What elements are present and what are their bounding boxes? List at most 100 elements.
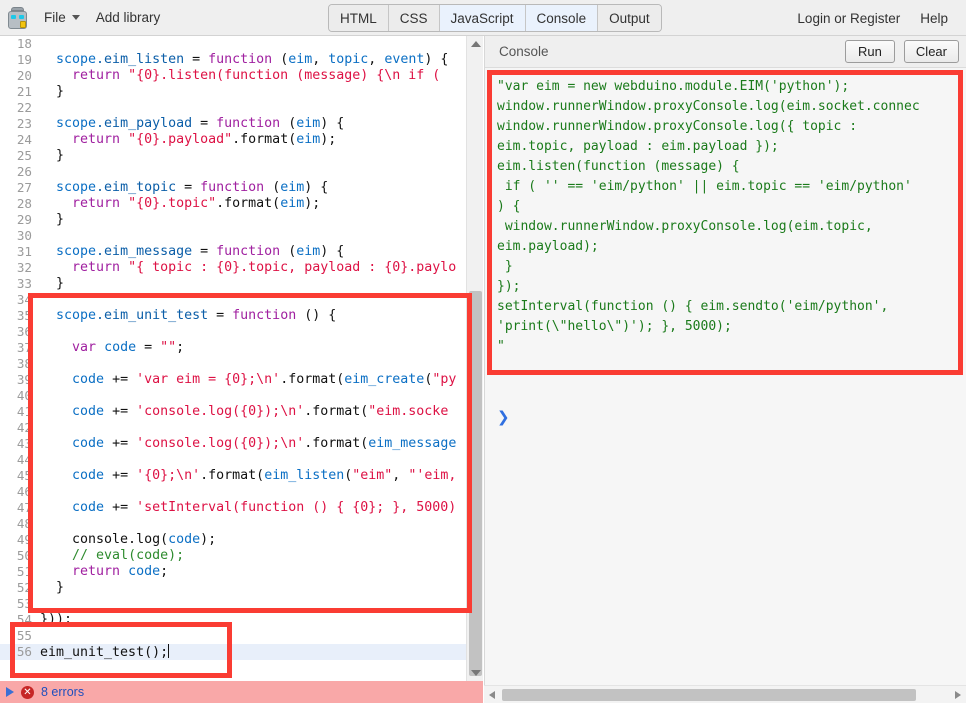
console-header: Console Run Clear <box>485 36 966 68</box>
code-line-text: return "{0}.listen(function (message) {\… <box>72 68 441 83</box>
text-cursor <box>168 644 170 658</box>
line-number: 19 <box>16 52 32 67</box>
line-number: 28 <box>16 196 32 211</box>
console-horizontal-scrollbar[interactable] <box>484 685 966 703</box>
line-number: 41 <box>16 404 32 419</box>
tab-html-label: HTML <box>340 10 377 26</box>
code-line-text: scope.eim_listen = function (eim, topic,… <box>56 52 449 67</box>
line-number: 47 <box>16 500 32 515</box>
clear-button[interactable]: Clear <box>903 40 959 63</box>
code-line: 56 eim_unit_test(); <box>0 644 483 660</box>
code-line-text: eim_unit_test(); <box>40 644 170 660</box>
line-number: 44 <box>16 452 32 467</box>
console-empty-area <box>485 430 966 703</box>
scroll-up-icon[interactable] <box>467 36 484 52</box>
scroll-right-icon[interactable] <box>950 686 966 703</box>
robot-head <box>10 6 24 11</box>
code-line-text: return "{ topic : {0}.topic, payload : {… <box>72 260 457 275</box>
error-status-bar[interactable]: ✕ 8 errors <box>0 681 483 703</box>
code-line: 30 <box>0 228 483 244</box>
play-triangle-icon[interactable] <box>6 687 14 697</box>
console-input-row[interactable]: ❯ <box>485 404 966 430</box>
login-label: Login or Register <box>797 10 901 26</box>
line-number: 31 <box>16 244 32 259</box>
file-menu-label: File <box>44 10 66 25</box>
line-number: 49 <box>16 532 32 547</box>
login-or-register-link[interactable]: Login or Register <box>787 0 910 36</box>
code-line: 22 <box>0 100 483 116</box>
code-line: 54})); <box>0 612 483 628</box>
tab-console[interactable]: Console <box>525 5 599 31</box>
code-line: 53 <box>0 596 483 612</box>
tab-css-label: CSS <box>399 10 428 26</box>
line-number: 34 <box>16 292 32 307</box>
add-library-button[interactable]: Add library <box>86 0 171 36</box>
code-line: 25 } <box>0 148 483 164</box>
code-line-text: scope.eim_unit_test = function () { <box>56 308 337 323</box>
code-line-text: } <box>40 84 65 99</box>
line-number: 40 <box>16 388 32 403</box>
line-number: 43 <box>16 436 32 451</box>
code-line: 20 return "{0}.listen(function (message)… <box>0 68 483 84</box>
add-library-label: Add library <box>95 10 161 25</box>
tab-output[interactable]: Output <box>598 5 661 31</box>
line-number: 21 <box>16 84 32 99</box>
code-lines-container: 18 19 scope.eim_listen = function (eim, t… <box>0 36 483 660</box>
tab-javascript[interactable]: JavaScript <box>439 5 526 31</box>
code-line: 37 var code = ""; <box>0 340 483 356</box>
line-number: 48 <box>16 516 32 531</box>
console-title: Console <box>499 44 549 59</box>
tab-css[interactable]: CSS <box>388 5 440 31</box>
robot-eye-left <box>10 14 16 19</box>
robot-badge <box>19 20 26 28</box>
line-number: 20 <box>16 68 32 83</box>
code-line: 24 return "{0}.payload".format(eim); <box>0 132 483 148</box>
run-button[interactable]: Run <box>844 40 895 63</box>
chevron-right-icon: ❯ <box>497 408 510 426</box>
code-line: 40 <box>0 388 483 404</box>
code-line: 41 code += 'console.log({0});\n'.format(… <box>0 404 483 420</box>
code-line: 36 <box>0 324 483 340</box>
code-line: 42 <box>0 420 483 436</box>
line-number: 18 <box>16 36 32 51</box>
help-link[interactable]: Help <box>910 0 958 36</box>
code-line: 33 } <box>0 276 483 292</box>
line-number: 56 <box>16 644 32 659</box>
editor-vertical-scrollbar[interactable] <box>466 36 483 681</box>
code-line-text: } <box>40 148 65 163</box>
line-number: 38 <box>16 356 32 371</box>
code-editor[interactable]: 18 19 scope.eim_listen = function (eim, t… <box>0 36 483 681</box>
code-line-text: // eval(code); <box>72 548 185 563</box>
console-scroll-thumb[interactable] <box>502 688 916 701</box>
code-line: 31 scope.eim_message = function (eim) { <box>0 244 483 260</box>
line-number: 50 <box>16 548 32 563</box>
code-line-text: code += '{0};\n'.format(eim_listen("eim"… <box>72 468 457 483</box>
code-line: 51 return code; <box>0 564 483 580</box>
line-number: 39 <box>16 372 32 387</box>
code-line: 45 code += '{0};\n'.format(eim_listen("e… <box>0 468 483 484</box>
code-line-text: code += 'setInterval(function () { {0}; … <box>72 500 457 515</box>
code-line: 29 } <box>0 212 483 228</box>
tab-console-label: Console <box>536 10 587 26</box>
code-line: 27 scope.eim_topic = function (eim) { <box>0 180 483 196</box>
scroll-left-icon[interactable] <box>484 686 500 703</box>
robot-eye-right <box>18 14 24 19</box>
tab-html[interactable]: HTML <box>329 5 389 31</box>
tab-javascript-label: JavaScript <box>450 10 514 26</box>
code-line-text: } <box>40 212 65 227</box>
code-line-text: scope.eim_message = function (eim) { <box>56 244 345 259</box>
code-line: 50 // eval(code); <box>0 548 483 564</box>
code-line: 46 <box>0 484 483 500</box>
code-line: 43 code += 'console.log({0});\n'.format(… <box>0 436 483 452</box>
line-number: 30 <box>16 228 32 243</box>
console-output-text: "var eim = new webduino.module.EIM('pyth… <box>485 69 966 404</box>
error-circle-icon: ✕ <box>21 685 34 699</box>
line-number: 46 <box>16 484 32 499</box>
line-number: 51 <box>16 564 32 579</box>
scroll-down-icon[interactable] <box>467 665 484 681</box>
editor-scroll-thumb[interactable] <box>469 291 482 676</box>
top-toolbar: File Add library HTML CSS JavaScript Con… <box>0 0 966 36</box>
code-line: 23 scope.eim_payload = function (eim) { <box>0 116 483 132</box>
line-number: 53 <box>16 596 32 611</box>
file-menu-button[interactable]: File <box>34 0 86 36</box>
